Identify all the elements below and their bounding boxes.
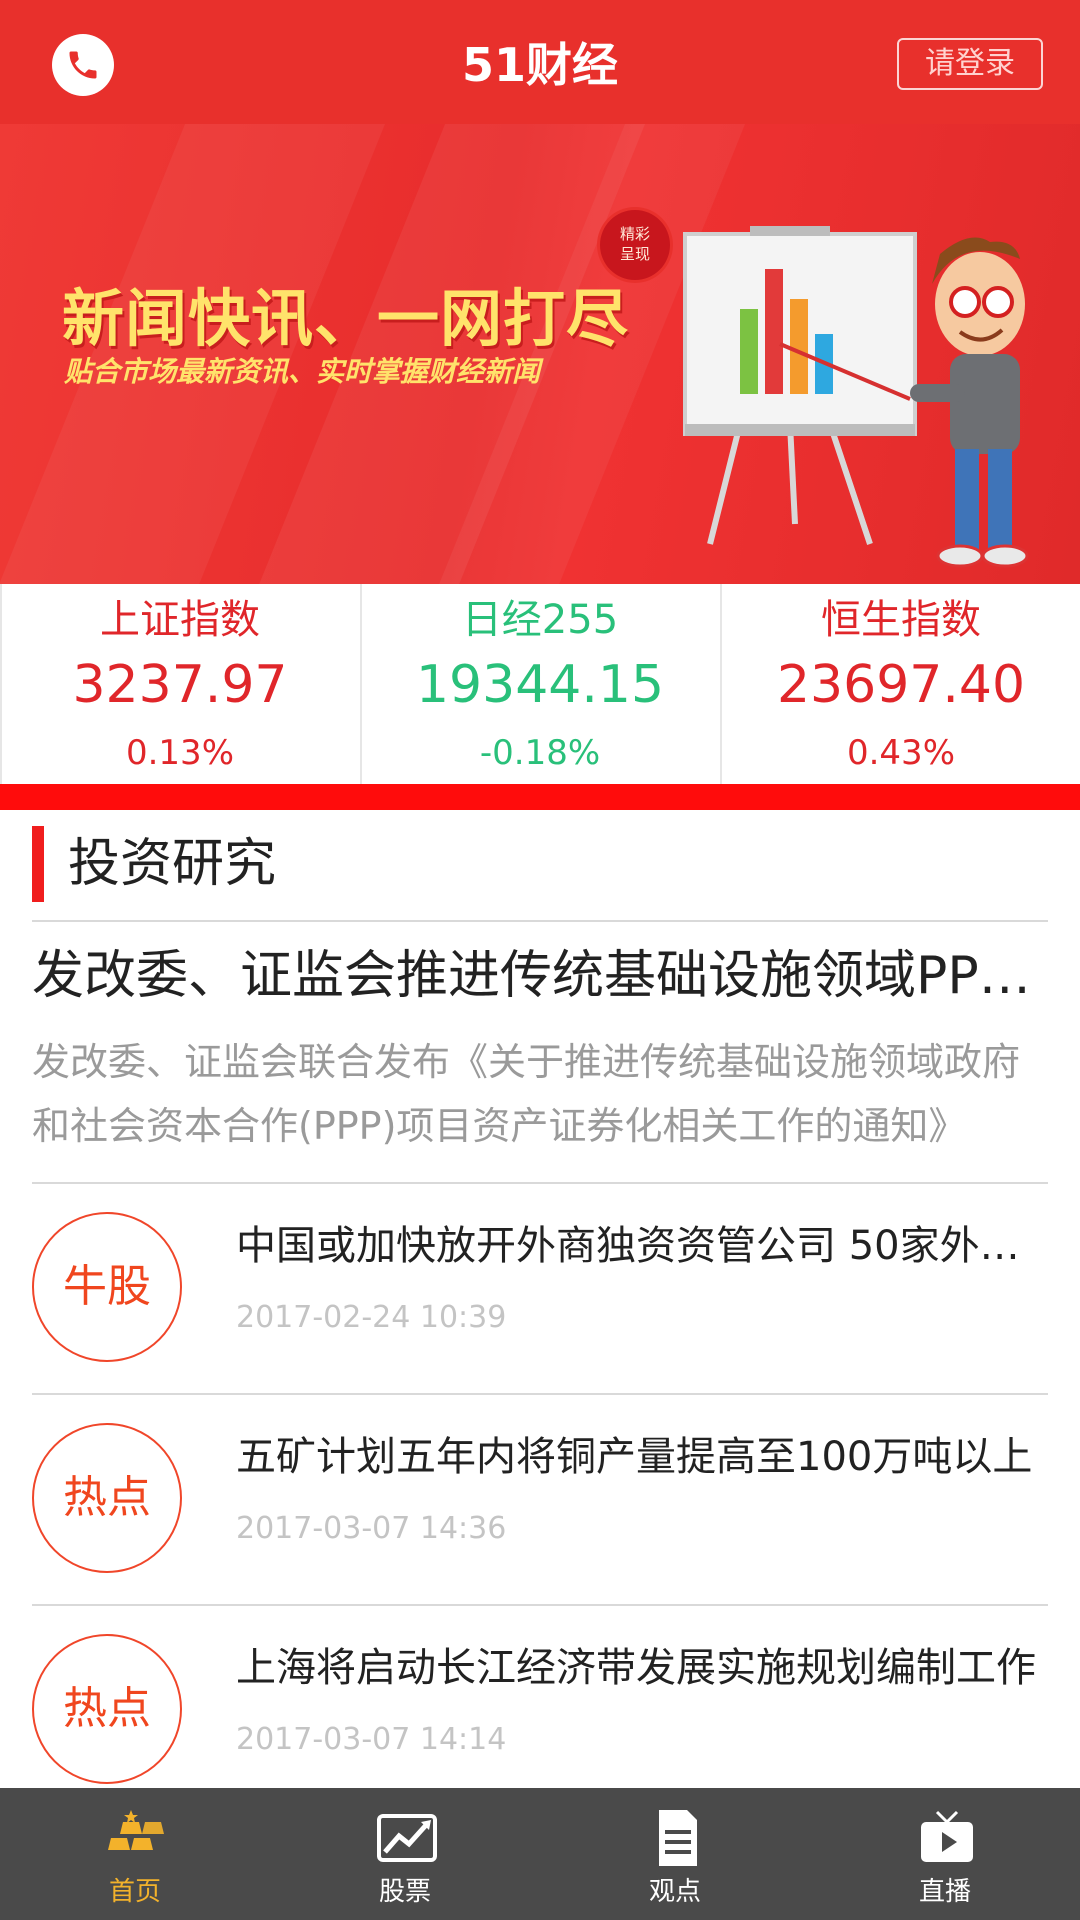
tab-home[interactable]: 首页	[0, 1788, 270, 1920]
index-card-hangseng[interactable]: 恒生指数 23697.40 0.43%	[720, 584, 1080, 784]
login-button[interactable]: 请登录	[897, 38, 1043, 90]
news-timestamp: 2017-03-07 14:14	[236, 1722, 507, 1757]
index-change: 0.13%	[125, 733, 234, 773]
news-tag: 牛股	[32, 1212, 182, 1362]
index-value: 19344.15	[415, 655, 665, 715]
news-timestamp: 2017-03-07 14:36	[236, 1511, 507, 1546]
bottom-tab-bar: 首页 股票 观点 直播	[0, 1788, 1080, 1920]
featured-article-summary: 发改委、证监会联合发布《关于推进传统基础设施领域政府和社会资本合作(PPP)项目…	[32, 1040, 1021, 1148]
tab-label: 观点	[648, 1877, 701, 1907]
index-value: 3237.97	[72, 655, 288, 715]
red-divider-bar	[0, 784, 1080, 810]
section-marker	[32, 826, 44, 902]
banner-badge: 精彩 呈现	[600, 210, 670, 280]
index-name: 恒生指数	[821, 597, 981, 643]
document-icon	[659, 1810, 697, 1866]
tv-play-icon	[921, 1810, 973, 1862]
tab-live[interactable]: 直播	[810, 1788, 1080, 1920]
featured-article-title[interactable]: 发改委、证监会推进传统基础设施领域PPP项目资产证券化	[32, 940, 1048, 1012]
market-index-row: 上证指数 3237.97 0.13% 日经255 19344.15 -0.18%…	[0, 584, 1080, 784]
news-title[interactable]: 五矿计划五年内将铜产量提高至100万吨以上	[236, 1427, 1036, 1487]
top-bar: 51财经 请登录	[0, 0, 1080, 124]
tab-stocks[interactable]: 股票	[270, 1788, 540, 1920]
index-change: 0.43%	[846, 733, 955, 773]
tab-label: 首页	[108, 1877, 161, 1907]
banner-headline: 新闻快讯、一网打尽	[62, 282, 630, 355]
news-list-item[interactable]: 牛股 中国或加快放开外商独资资管公司 50家外资机构 2017-02-24 10…	[0, 1188, 1080, 1398]
tab-label: 直播	[918, 1877, 971, 1907]
promo-banner[interactable]: 新闻快讯、一网打尽 贴合市场最新资讯、实时掌握财经新闻 精彩 呈现	[0, 124, 1080, 584]
index-name: 日经255	[461, 597, 619, 643]
index-change: -0.18%	[479, 733, 601, 773]
divider	[32, 1393, 1048, 1395]
badge-line-1: 精彩	[619, 225, 650, 243]
divider	[32, 1182, 1048, 1184]
section-title: 投资研究	[68, 834, 277, 894]
news-title[interactable]: 上海将启动长江经济带发展实施规划编制工作	[236, 1638, 1036, 1698]
divider	[32, 920, 1048, 922]
stock-chart-icon	[377, 1814, 437, 1862]
index-name: 上证指数	[100, 597, 260, 643]
news-timestamp: 2017-02-24 10:39	[236, 1300, 507, 1335]
tab-views[interactable]: 观点	[540, 1788, 810, 1920]
section-header: 投资研究	[32, 826, 1048, 902]
news-tag: 热点	[32, 1634, 182, 1784]
index-card-shanghai[interactable]: 上证指数 3237.97 0.13%	[0, 584, 358, 784]
presentation-easel-illustration	[683, 226, 1029, 568]
news-tag: 热点	[32, 1423, 182, 1573]
banner-subline: 贴合市场最新资讯、实时掌握财经新闻	[64, 355, 541, 388]
badge-line-2: 呈现	[619, 245, 650, 263]
divider	[32, 1604, 1048, 1606]
tab-label: 股票	[378, 1877, 431, 1907]
news-title[interactable]: 中国或加快放开外商独资资管公司 50家外资机构	[236, 1216, 1036, 1276]
gold-bars-icon	[108, 1810, 164, 1850]
index-value: 23697.40	[776, 655, 1026, 715]
news-list-item[interactable]: 热点 五矿计划五年内将铜产量提高至100万吨以上 2017-03-07 14:3…	[0, 1399, 1080, 1609]
index-card-nikkei[interactable]: 日经255 19344.15 -0.18%	[360, 584, 718, 784]
